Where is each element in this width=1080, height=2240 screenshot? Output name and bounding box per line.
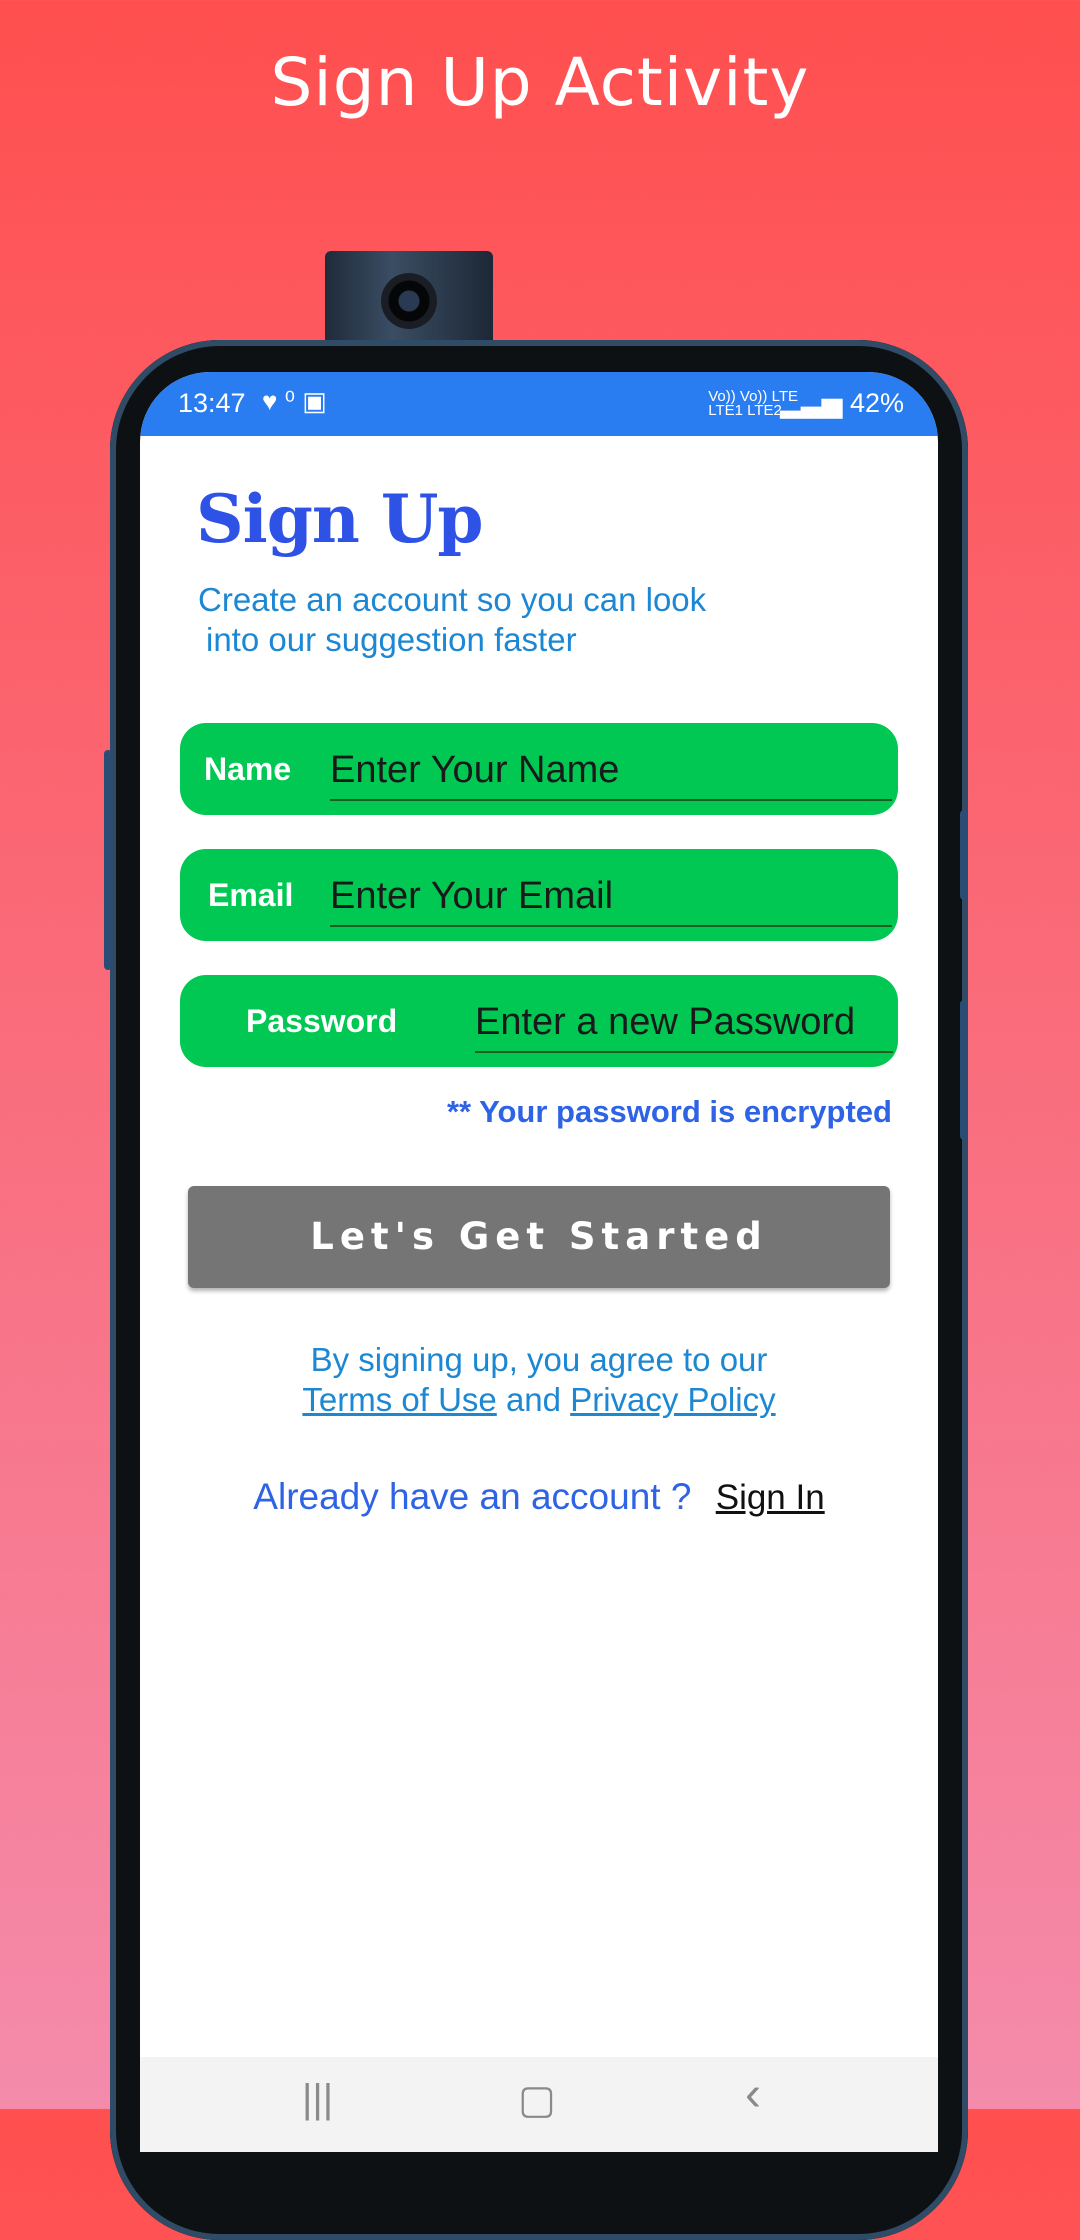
power-button [960, 810, 968, 900]
email-label: Email [208, 877, 294, 913]
page-headline: Sign Up Activity [270, 44, 810, 121]
name-input[interactable] [330, 741, 892, 801]
status-time: 13:47 [178, 388, 246, 418]
signin-row: Already have an account ? Sign In [140, 1476, 938, 1518]
terms-line-2: Terms of Use and Privacy Policy [140, 1380, 938, 1420]
battery-percent: 42% [849, 388, 904, 418]
email-field-container: Email [180, 849, 898, 941]
sign-in-link[interactable]: Sign In [716, 1478, 825, 1517]
back-icon[interactable]: ‹ [745, 2067, 761, 2122]
password-label: Password [246, 1003, 398, 1039]
terms-notice: By signing up, you agree to our Terms of… [140, 1340, 938, 1420]
terms-and-text: and [505, 1381, 562, 1418]
home-icon[interactable]: ▢ [518, 2077, 556, 2123]
subtitle-line-2: into our suggestion faster [206, 621, 577, 658]
recents-icon[interactable]: ||| [302, 2077, 333, 2122]
system-nav-bar: ||| ▢ ‹ [140, 2057, 938, 2152]
name-field-container: Name [180, 723, 898, 815]
page-title: Sign Up [196, 480, 484, 558]
volume-button [104, 750, 112, 970]
app-screen: 13:47 ♥ ⁰ ▣ Vo)) Vo)) LTE LTE1 LTE2 ▂▃▅ … [140, 372, 938, 2152]
password-field-container: Password [180, 975, 898, 1067]
password-input[interactable] [475, 993, 893, 1053]
notification-icons: ♥ ⁰ ▣ [262, 386, 327, 416]
encryption-note: ** Your password is encrypted [446, 1094, 892, 1129]
status-bar: 13:47 ♥ ⁰ ▣ Vo)) Vo)) LTE LTE1 LTE2 ▂▃▅ … [140, 372, 938, 436]
name-label: Name [204, 751, 292, 787]
signal-icon: ▂▃▅ [780, 388, 843, 418]
camera-lens-icon [381, 273, 437, 329]
already-account-text: Already have an account ? [253, 1476, 692, 1517]
side-key [960, 1000, 968, 1140]
subtitle-line-1: Create an account so you can look [198, 581, 707, 618]
terms-of-use-link[interactable]: Terms of Use [302, 1381, 496, 1418]
email-input[interactable] [330, 867, 892, 927]
get-started-button[interactable]: Let's Get Started [188, 1186, 890, 1288]
battery-indicator: ▂▃▅ 42% [780, 388, 904, 419]
page-subtitle: Create an account so you can look into o… [198, 580, 798, 660]
privacy-policy-link[interactable]: Privacy Policy [570, 1381, 775, 1418]
terms-line-1: By signing up, you agree to our [310, 1341, 768, 1378]
